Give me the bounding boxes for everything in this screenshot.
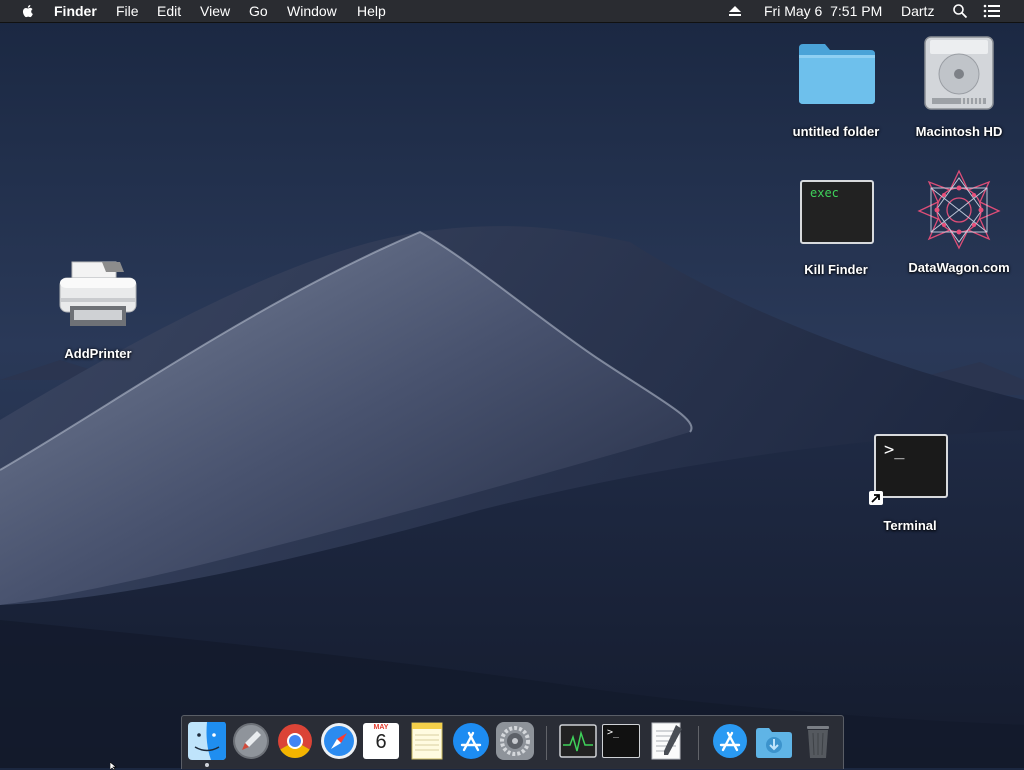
terminal-icon[interactable]: >_	[602, 724, 640, 758]
applications-stack-icon[interactable]	[710, 721, 750, 761]
desktop-icon-addprinter[interactable]: AddPrinter	[48, 256, 148, 364]
menu-bar: Finder File Edit View Go Window Help Fri…	[0, 0, 1024, 23]
exec-script-icon: exec	[800, 180, 874, 244]
mouse-cursor-icon	[110, 762, 117, 770]
calendar-month: MAY	[373, 724, 389, 731]
folder-icon	[799, 44, 875, 104]
dock-separator	[546, 726, 547, 760]
menu-clock[interactable]: Fri May 6 7:51 PM	[764, 3, 882, 19]
terminal-dock-prompt: >_	[607, 727, 620, 738]
desktop-icon-kill-finder[interactable]: exec Kill Finder	[786, 176, 886, 280]
menu-view[interactable]: View	[200, 3, 230, 19]
activity-monitor-icon[interactable]	[558, 721, 598, 761]
menu-help[interactable]: Help	[357, 3, 386, 19]
desktop-icon-macintosh-hd[interactable]: Macintosh HD	[900, 32, 1018, 144]
menu-app-finder[interactable]: Finder	[54, 3, 97, 19]
desktop-icon-label: Macintosh HD	[915, 124, 1003, 139]
finder-icon[interactable]	[187, 721, 227, 761]
menu-window[interactable]: Window	[287, 3, 337, 19]
finder-running-indicator	[205, 763, 209, 767]
exec-badge-text: exec	[810, 186, 839, 200]
desktop-icon-untitled-folder[interactable]: untitled folder	[780, 36, 892, 144]
desktop-icon-label: untitled folder	[792, 124, 880, 139]
textedit-icon[interactable]	[646, 721, 686, 761]
menu-go[interactable]: Go	[249, 3, 268, 19]
calendar-day: 6	[375, 731, 387, 753]
system-preferences-icon[interactable]	[495, 721, 535, 761]
eject-icon[interactable]	[728, 5, 742, 17]
desktop-icon-label: Terminal	[883, 518, 937, 533]
datawagon-logo-icon	[917, 169, 1001, 250]
dock: MAY 6 >_	[181, 715, 844, 769]
menu-edit[interactable]: Edit	[157, 3, 181, 19]
spotlight-icon[interactable]	[952, 3, 968, 19]
safari-icon[interactable]	[319, 721, 359, 761]
terminal-prompt-text: >_	[884, 440, 905, 460]
menu-user[interactable]: Dartz	[901, 3, 934, 19]
trash-icon[interactable]	[798, 721, 838, 761]
launchpad-icon[interactable]	[231, 721, 271, 761]
notification-list-icon[interactable]	[983, 4, 1001, 18]
hard-drive-icon	[924, 36, 994, 110]
downloads-stack-icon[interactable]	[754, 721, 794, 761]
alias-arrow-icon	[869, 491, 883, 505]
desktop-icon-label: AddPrinter	[64, 346, 132, 361]
desktop-icon-label: Kill Finder	[804, 262, 868, 277]
apple-icon[interactable]	[20, 3, 36, 19]
app-store-icon[interactable]	[451, 721, 491, 761]
chrome-icon[interactable]	[275, 721, 315, 761]
desktop-icon-terminal[interactable]: >_ Terminal	[860, 430, 960, 536]
notes-icon[interactable]	[407, 721, 447, 761]
menu-file[interactable]: File	[116, 3, 139, 19]
desktop-icon-label: DataWagon.com	[908, 260, 1010, 275]
printer-icon	[59, 261, 137, 326]
calendar-icon[interactable]: MAY 6	[363, 723, 399, 759]
desktop-icon-datawagon[interactable]: DataWagon.com	[900, 166, 1018, 278]
terminal-alias-icon: >_	[874, 434, 948, 498]
dock-separator	[698, 726, 699, 760]
